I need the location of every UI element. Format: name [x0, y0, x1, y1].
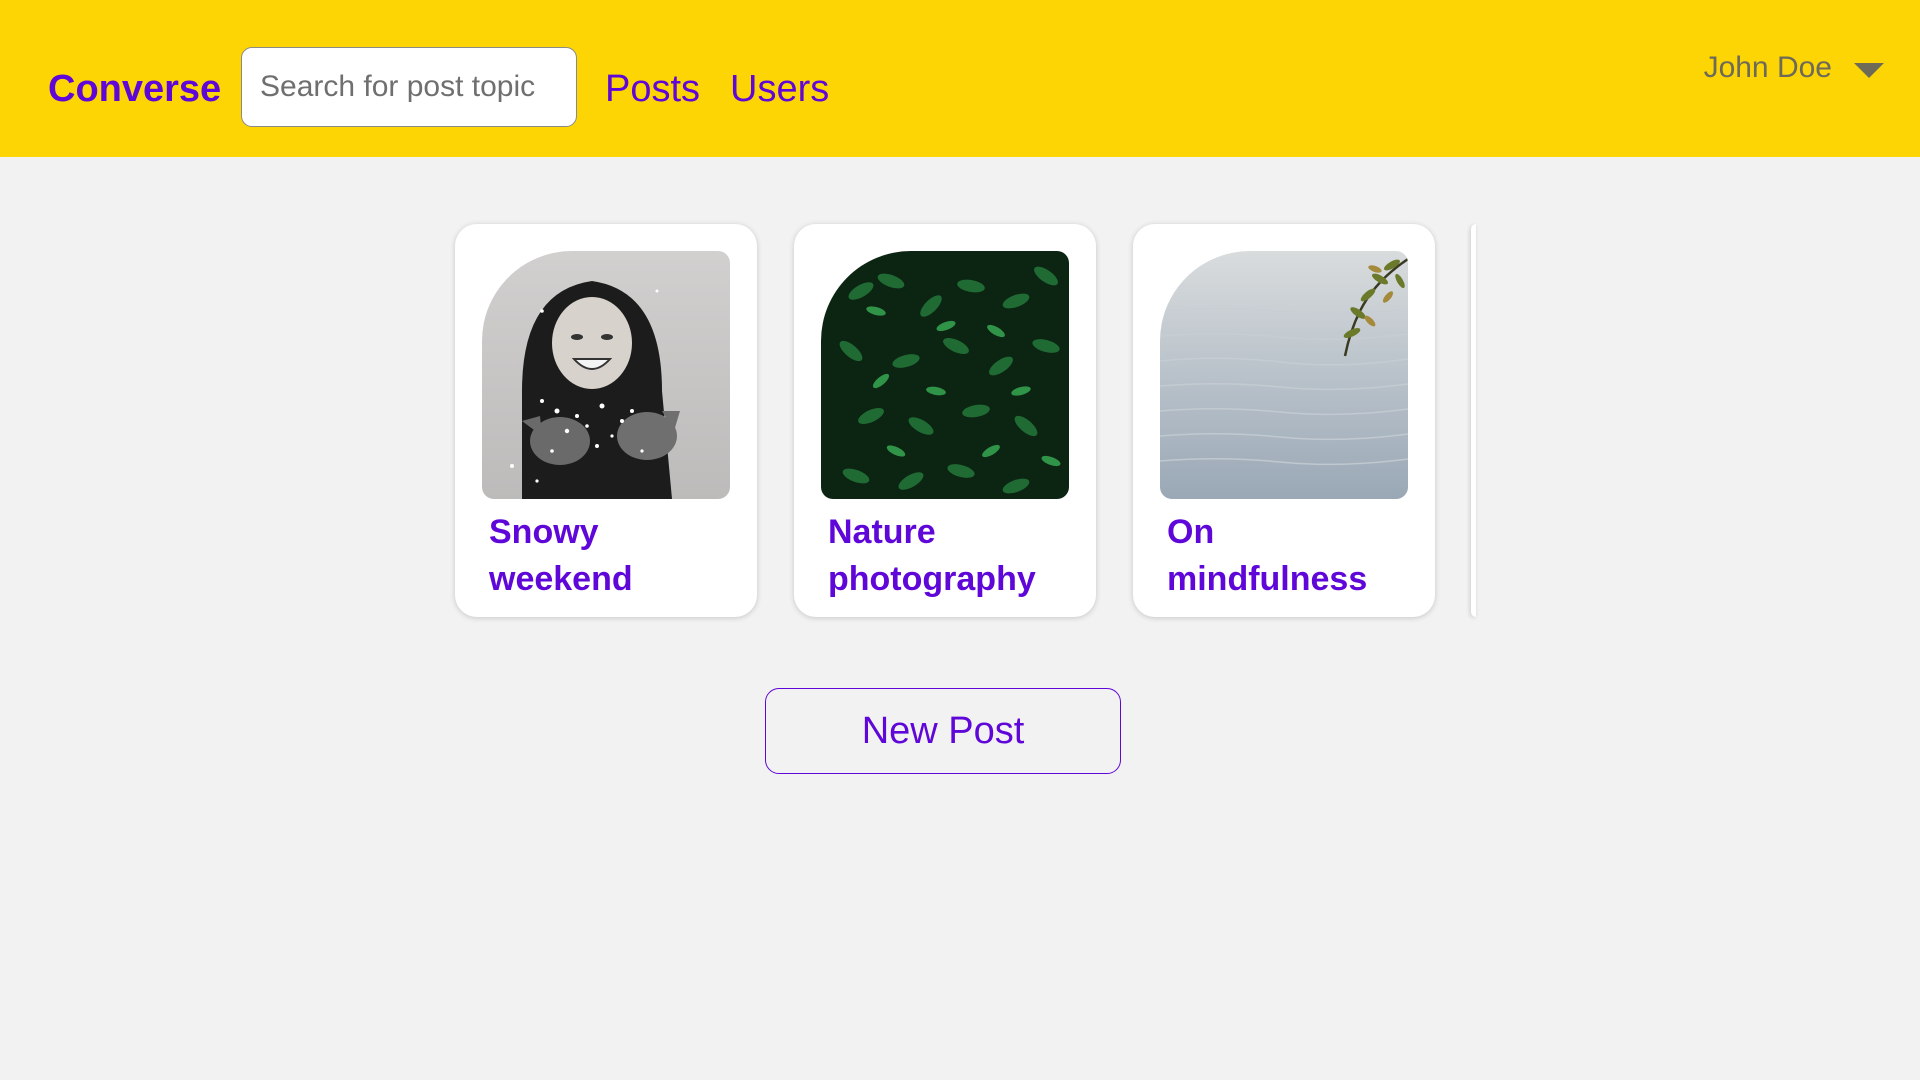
nav-link-users[interactable]: Users [730, 64, 829, 114]
snow-portrait-photo-icon [482, 251, 730, 499]
post-card-title: On mindfulness [1167, 513, 1368, 598]
fern-leaves-photo-icon [821, 251, 1069, 499]
user-menu[interactable]: John Doe [1704, 46, 1884, 90]
post-card-list: Snowy weekend Nature photography On mind… [0, 0, 1920, 1080]
top-bar: Converse Posts Users John Doe [0, 0, 1920, 157]
post-card[interactable]: On mindfulness [1133, 224, 1435, 617]
chevron-down-icon[interactable] [1854, 62, 1884, 78]
post-card-title: Snowy weekend [489, 513, 633, 598]
user-name: John Doe [1703, 51, 1832, 84]
post-card-title: Nature photography [828, 513, 1036, 598]
search-input[interactable] [241, 47, 577, 127]
post-card-partial[interactable] [1471, 224, 1476, 617]
post-card[interactable]: Snowy weekend [455, 224, 757, 617]
nav-link-posts[interactable]: Posts [605, 64, 700, 114]
brand-logo-text[interactable]: Converse [48, 64, 221, 114]
post-card[interactable]: Nature photography [794, 224, 1096, 617]
new-post-button[interactable]: New Post [765, 688, 1121, 774]
lake-water-photo-icon [1160, 251, 1408, 499]
